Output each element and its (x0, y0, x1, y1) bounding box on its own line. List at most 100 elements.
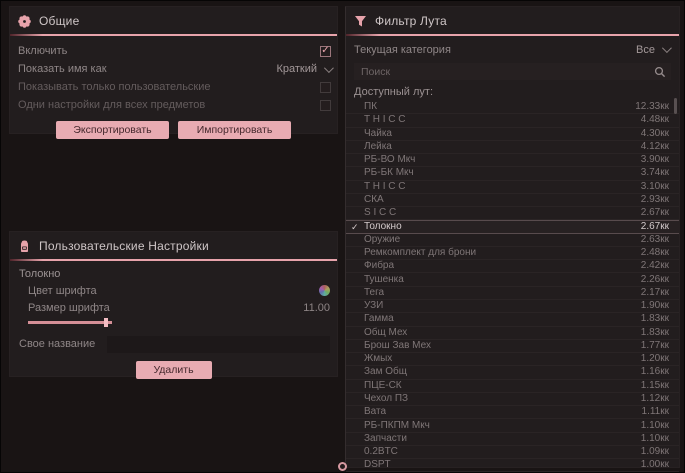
loot-item-name: Тега (364, 287, 384, 299)
loot-item-name: Общ Мех (364, 327, 407, 339)
loot-list-item[interactable]: РБ-ПКПМ Мкч 1.10кк (346, 419, 679, 432)
category-label: Текущая категория (354, 44, 451, 56)
loot-item-value: 2.17кк (641, 287, 669, 299)
loot-item-value: 12.33кк (635, 101, 669, 113)
only-custom-label: Показывать только пользовательские (18, 81, 211, 93)
resize-handle-icon[interactable] (338, 462, 347, 471)
loot-list-item[interactable]: Зам Общ 1.16кк (346, 366, 679, 379)
chevron-down-icon (662, 43, 672, 53)
backpack-icon (18, 240, 31, 253)
loot-list-item[interactable]: УЗИ1.90кк (346, 300, 679, 313)
loot-item-name: Брош Зав Мех (364, 340, 431, 352)
setting-row-enable: Включить ✓ (10, 42, 337, 60)
loot-list-item[interactable]: Оружие 2.63кк (346, 234, 679, 247)
enable-checkbox[interactable]: ✓ (320, 46, 331, 57)
loot-item-value: 1.10кк (641, 433, 669, 445)
loot-item-name: Фибра (364, 260, 394, 272)
loot-item-value: 1.83кк (641, 327, 669, 339)
loot-item-value: 2.67кк (641, 207, 669, 219)
loot-item-name: РБ-ВО Мкч (364, 154, 415, 166)
export-import-row: Экспортировать Импортировать (10, 121, 337, 139)
font-color-row: Цвет шрифта (10, 282, 337, 299)
loot-item-value: 4.30кк (641, 128, 669, 140)
loot-list-item[interactable]: Вата1.11кк (346, 406, 679, 419)
font-size-value: 11.00 (303, 302, 330, 314)
loot-list-item[interactable]: T H I C C 4.48кк (346, 114, 679, 127)
same-settings-checkbox[interactable] (320, 100, 331, 111)
category-dropdown[interactable]: Все (636, 44, 669, 56)
loot-list-item[interactable]: Тушенка2.26кк (346, 273, 679, 286)
loot-list-item[interactable]: Тега 2.17кк (346, 287, 679, 300)
loot-item-value: 4.48кк (641, 114, 669, 126)
loot-item-name: РБ-ПКПМ Мкч (364, 420, 430, 432)
loot-item-value: 2.48кк (641, 247, 669, 259)
loot-item-value: 3.90кк (641, 154, 669, 166)
loot-list-item[interactable]: Брош Зав Мех1.77кк (346, 340, 679, 353)
selected-check-icon: ✓ (351, 221, 359, 233)
delete-button[interactable]: Удалить (136, 361, 212, 379)
header-underline (10, 34, 337, 36)
loot-item-value: 2.93кк (641, 194, 669, 206)
loot-item-name: Оружие (364, 234, 400, 246)
slider-track[interactable] (28, 321, 112, 324)
name-display-label: Показать имя как (18, 63, 107, 75)
loot-item-name: 0.2BTC (364, 446, 398, 458)
loot-item-name: Тушенка (364, 274, 404, 286)
custom-name-input[interactable] (107, 336, 330, 353)
loot-item-value: 3.10кк (641, 181, 669, 193)
selected-item-name: Толокно (10, 261, 337, 282)
loot-list-item[interactable]: 0.2BTC 1.09кк (346, 446, 679, 459)
loot-item-value: 1.00кк (641, 459, 669, 471)
loot-list-item[interactable]: Чайка4.30кк (346, 128, 679, 141)
panel-general: Общие Включить ✓ Показать имя как Кратки… (9, 6, 338, 134)
loot-item-value: 1.16кк (641, 366, 669, 378)
loot-list-item[interactable]: DSPT1.00кк (346, 459, 679, 472)
loot-item-value: 2.63кк (641, 234, 669, 246)
scrollbar-thumb[interactable] (674, 98, 677, 114)
loot-item-value: 1.10кк (641, 420, 669, 432)
loot-list-item[interactable]: ✓Толокно2.67кк (346, 220, 679, 233)
panel-general-title: Общие (39, 14, 79, 28)
loot-list-item[interactable]: Гамма1.83кк (346, 313, 679, 326)
loot-list-item[interactable]: Фибра2.42кк (346, 260, 679, 273)
only-custom-checkbox[interactable] (320, 82, 331, 93)
loot-item-name: Лейка (364, 141, 392, 153)
loot-list-item[interactable]: T H I C C3.10кк (346, 181, 679, 194)
color-wheel-icon[interactable] (319, 285, 330, 296)
search-input[interactable] (359, 65, 654, 79)
loot-item-value: 3.74кк (641, 167, 669, 179)
slider-handle[interactable] (104, 318, 108, 327)
loot-item-name: Зам Общ (364, 366, 407, 378)
setting-row-only-custom: Показывать только пользовательские (10, 78, 337, 96)
panel-filter-header: Фильтр Лута (346, 7, 679, 34)
loot-list-item[interactable]: Жмых1.20кк (346, 353, 679, 366)
loot-list-item[interactable]: РБ-ВО Мкч 3.90кк (346, 154, 679, 167)
loot-list-item[interactable]: Ремкомплект для брони2.48кк (346, 247, 679, 260)
loot-list-item[interactable]: СКА2.93кк (346, 194, 679, 207)
setting-row-same-settings: Одни настройки для всех предметов (10, 96, 337, 114)
gear-flower-icon (18, 15, 31, 28)
font-size-row: Размер шрифта 11.00 (10, 299, 337, 316)
font-size-slider[interactable] (28, 318, 112, 327)
loot-list-item[interactable]: Чехол ПЗ1.12кк (346, 393, 679, 406)
loot-list-item[interactable]: ПК12.33кк (346, 101, 679, 114)
export-button[interactable]: Экспортировать (56, 121, 169, 139)
loot-item-name: T H I C C (364, 114, 405, 126)
import-button[interactable]: Импортировать (178, 121, 291, 139)
search-icon[interactable] (654, 66, 666, 78)
custom-name-label: Свое название (19, 338, 95, 350)
name-display-dropdown[interactable]: Краткий (276, 63, 331, 75)
funnel-icon (354, 15, 367, 28)
loot-list-item[interactable]: Лейка4.12кк (346, 141, 679, 154)
category-row: Текущая категория Все (346, 39, 679, 60)
loot-list: ПК12.33ккT H I C C 4.48кк Чайка4.30ккЛейка… (346, 101, 679, 472)
loot-list-item[interactable]: ПЦЕ-СК1.15кк (346, 380, 679, 393)
loot-list-item[interactable]: S I C C2.67кк (346, 207, 679, 220)
loot-list-item[interactable]: Общ Мех 1.83кк (346, 327, 679, 340)
loot-item-value: 1.90кк (641, 300, 669, 312)
loot-item-value: 1.09кк (641, 446, 669, 458)
loot-list-item[interactable]: РБ-БК Мкч3.74кк (346, 167, 679, 180)
category-value: Все (636, 44, 655, 56)
loot-item-value: 1.11кк (642, 406, 669, 418)
loot-list-item[interactable]: Запчасти1.10кк (346, 433, 679, 446)
